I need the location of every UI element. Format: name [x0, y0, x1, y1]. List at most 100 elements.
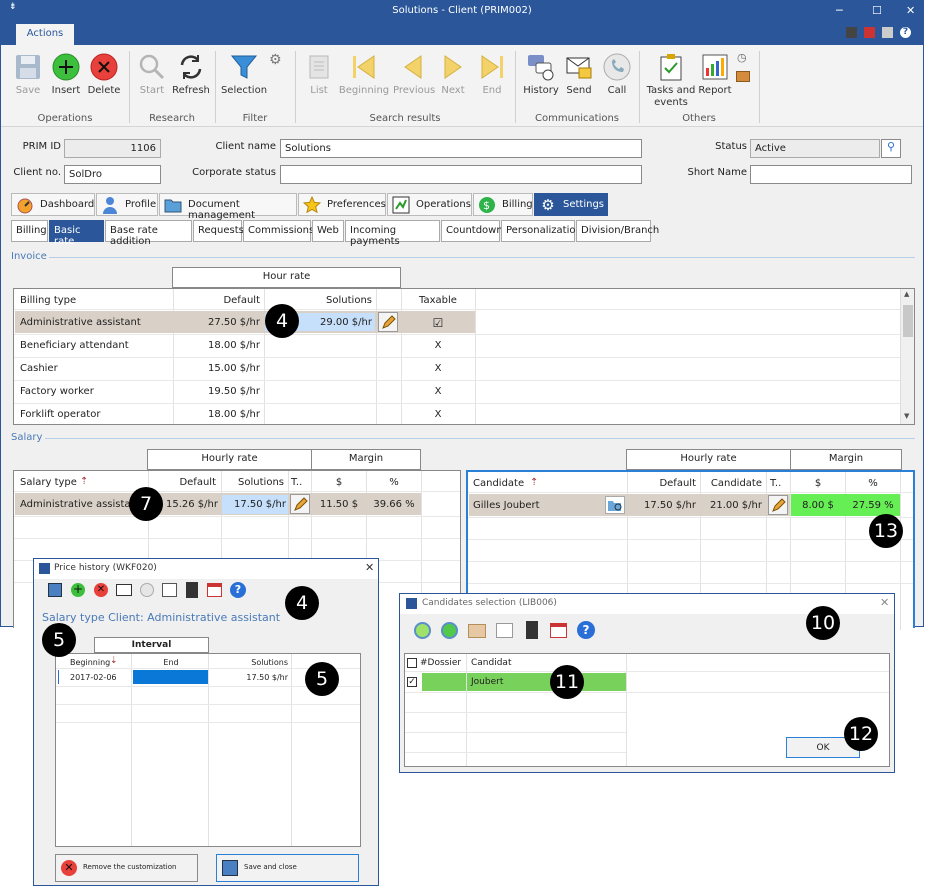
column-header-margin-percent[interactable]: %: [848, 478, 898, 489]
briefcase-icon[interactable]: [736, 71, 750, 82]
tab-document-management[interactable]: Document management: [159, 193, 297, 221]
calculator-icon[interactable]: [526, 621, 538, 639]
tab-settings[interactable]: ⚙ Settings: [534, 193, 608, 216]
subtab-division-branch[interactable]: Division/Branch: [576, 220, 659, 242]
calendar-icon[interactable]: [864, 27, 875, 38]
vertical-scrollbar[interactable]: ▲ ▼: [900, 289, 914, 424]
search-next-icon[interactable]: [441, 622, 458, 639]
subtab-commissions[interactable]: Commissions: [243, 220, 314, 242]
calendar-icon[interactable]: [207, 583, 222, 597]
bar-chart-icon[interactable]: [162, 583, 177, 597]
column-header-t[interactable]: T..: [770, 478, 781, 489]
clock-icon[interactable]: ◷: [737, 51, 747, 64]
subtab-personalization[interactable]: Personalization: [501, 220, 582, 242]
status-search-icon[interactable]: ⚲: [881, 139, 901, 158]
close-icon[interactable]: ✕: [365, 561, 374, 574]
scrollbar-thumb[interactable]: [903, 305, 913, 337]
remove-customization-button[interactable]: ✕ Remove the customization: [55, 854, 198, 882]
column-header-candidate[interactable]: Candidate: [473, 478, 524, 489]
pencil-icon[interactable]: [378, 312, 398, 332]
history-button[interactable]: History: [520, 53, 562, 96]
column-header-salary-type[interactable]: Salary type: [20, 477, 77, 488]
solutions-salary-cell[interactable]: 17.50 $/hr: [224, 499, 286, 510]
subtab-web[interactable]: Web: [312, 220, 344, 242]
save-button[interactable]: Save: [8, 53, 48, 96]
start-button[interactable]: Start: [132, 53, 172, 96]
phone-icon[interactable]: [140, 583, 154, 597]
call-button[interactable]: Call: [597, 53, 637, 96]
bar-chart-icon[interactable]: [496, 623, 513, 638]
floppy-disk-icon[interactable]: [48, 583, 62, 597]
column-header-default[interactable]: Default: [154, 477, 216, 488]
taxable-checkbox[interactable]: ☑: [402, 316, 474, 330]
column-header-default[interactable]: Default: [634, 478, 696, 489]
column-header-solutions[interactable]: Solutions: [314, 295, 372, 306]
gear-icon[interactable]: ⚙: [269, 52, 282, 68]
client-name-field[interactable]: Solutions: [280, 139, 642, 158]
column-header-margin-percent[interactable]: %: [369, 477, 419, 488]
refresh-button[interactable]: Refresh: [171, 53, 211, 96]
help-icon[interactable]: ?: [577, 621, 595, 639]
lock-icon[interactable]: [882, 27, 893, 38]
tab-billing[interactable]: $ Billing: [473, 193, 533, 216]
help-icon[interactable]: ?: [230, 582, 246, 598]
column-header-beginning[interactable]: Beginning: [70, 658, 110, 667]
scroll-up-icon[interactable]: ▲: [904, 290, 909, 298]
help-icon[interactable]: ?: [900, 27, 911, 38]
column-header-t[interactable]: T..: [291, 477, 302, 488]
subtab-base-rate-addition[interactable]: Base rate addition: [105, 220, 192, 247]
beginning-button[interactable]: Beginning: [338, 53, 390, 96]
column-header-default[interactable]: Default: [204, 295, 260, 306]
client-no-field[interactable]: SolDro: [64, 165, 161, 184]
search-icon[interactable]: [414, 622, 431, 639]
list-button[interactable]: List: [299, 53, 339, 96]
selection-button[interactable]: Selection: [219, 53, 269, 96]
next-button[interactable]: Next: [433, 53, 473, 96]
inbox-icon[interactable]: [468, 624, 486, 638]
tab-operations[interactable]: Operations: [387, 193, 472, 216]
end-date-cell-selected[interactable]: [133, 670, 208, 684]
maximize-icon[interactable]: ☐: [872, 4, 882, 17]
candidate-rate-cell[interactable]: 21.00 $/hr: [702, 500, 762, 511]
x-circle-icon[interactable]: ✕: [94, 583, 108, 597]
calculator-icon[interactable]: [186, 582, 198, 598]
send-button[interactable]: Send: [559, 53, 599, 96]
beginning-date-cell[interactable]: 2017-02-06: [70, 673, 117, 682]
column-header-end[interactable]: End: [136, 658, 206, 667]
column-header-solutions[interactable]: Solutions: [224, 477, 284, 488]
scroll-down-icon[interactable]: ▼: [904, 412, 909, 420]
pencil-icon[interactable]: [290, 494, 310, 514]
column-header-solutions[interactable]: Solutions: [216, 658, 288, 667]
column-header-dossier[interactable]: #Dossier: [420, 658, 461, 668]
close-icon[interactable]: ✕: [906, 4, 915, 17]
select-all-checkbox[interactable]: [407, 658, 417, 668]
end-button[interactable]: End: [472, 53, 512, 96]
plus-circle-icon[interactable]: +: [71, 583, 85, 597]
tab-profile[interactable]: Profile: [96, 193, 158, 216]
column-header-candidat[interactable]: Candidat: [471, 658, 511, 668]
subtab-billing[interactable]: Billing: [11, 220, 48, 242]
close-icon[interactable]: ✕: [880, 596, 889, 609]
subtab-incoming-payments[interactable]: Incoming payments: [345, 220, 440, 247]
envelope-icon[interactable]: [116, 584, 132, 596]
pencil-icon[interactable]: [768, 495, 788, 515]
save-and-close-button[interactable]: Save and close: [216, 854, 359, 882]
delete-button[interactable]: Delete: [84, 53, 124, 96]
subtab-requests[interactable]: Requests: [193, 220, 244, 242]
column-header-taxable[interactable]: Taxable: [402, 295, 474, 306]
tasks-and-events-button[interactable]: Tasks and events: [645, 53, 697, 109]
tab-preferences[interactable]: Preferences: [298, 193, 386, 216]
prim-id-field[interactable]: 1106: [64, 139, 161, 158]
minimize-icon[interactable]: ─: [836, 4, 843, 17]
calendar-icon[interactable]: [550, 623, 567, 638]
subtab-countdown[interactable]: Countdown: [441, 220, 503, 242]
solutions-rate-cell[interactable]: 17.50 $/hr: [216, 673, 288, 682]
corporate-status-field[interactable]: [280, 165, 642, 184]
tab-dashboard[interactable]: Dashboard: [11, 193, 95, 216]
short-name-field[interactable]: [750, 165, 912, 184]
column-header-margin-dollar[interactable]: $: [314, 477, 364, 488]
folder-search-icon[interactable]: [605, 496, 625, 514]
insert-button[interactable]: Insert: [46, 53, 86, 96]
column-header-billing-type[interactable]: Billing type: [20, 295, 76, 306]
column-header-margin-dollar[interactable]: $: [793, 478, 843, 489]
